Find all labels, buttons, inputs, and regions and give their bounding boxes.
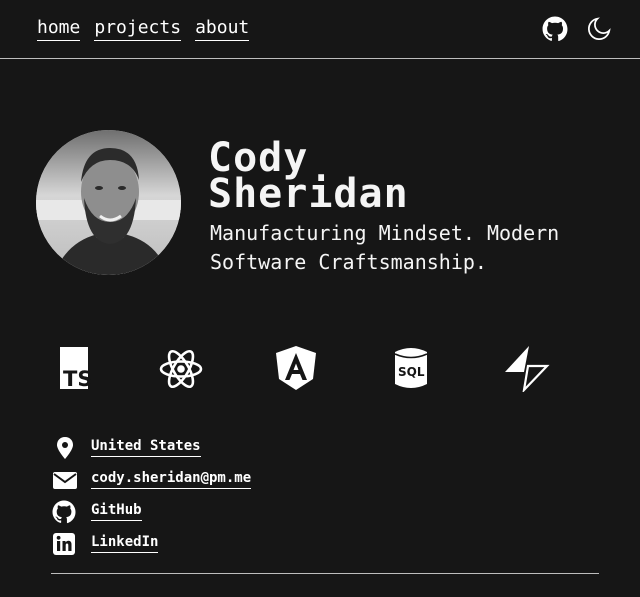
contact-linkedin-link[interactable]: LinkedIn (91, 534, 159, 553)
header-icons (542, 16, 612, 42)
contact-linkedin: LinkedIn (52, 530, 352, 562)
supabase-icon (502, 344, 550, 394)
typescript-icon: TS (58, 344, 106, 392)
contact-github: GitHub (52, 498, 352, 530)
react-icon (157, 344, 205, 392)
svg-text:TS: TS (63, 367, 92, 391)
contact-location: United States (52, 434, 352, 466)
github-icon (52, 500, 78, 524)
profile-photo (36, 130, 181, 275)
nav-about-link[interactable]: about (195, 17, 250, 41)
nav-home-link[interactable]: home (37, 17, 81, 41)
github-icon[interactable] (542, 16, 568, 42)
sql-database-icon: SQL (387, 344, 435, 392)
contact-email-link[interactable]: cody.sheridan@pm.me (91, 470, 252, 489)
moon-icon[interactable] (586, 16, 612, 42)
envelope-icon (52, 468, 78, 492)
location-pin-icon (52, 436, 78, 460)
site-header: home projects about (0, 0, 640, 59)
footer-divider (51, 573, 599, 574)
main-nav: home projects about (37, 17, 250, 41)
contact-github-link[interactable]: GitHub (91, 502, 142, 521)
hero-tagline-line2: Software Craftsmanship. (210, 250, 487, 274)
linkedin-icon (52, 532, 78, 556)
hero-name-last: Sheridan (208, 171, 409, 217)
contact-list: United States cody.sheridan@pm.me GitHub (52, 434, 352, 562)
hero-tagline-line1: Manufacturing Mindset. Modern (210, 221, 560, 245)
tech-stack: TS SQL (0, 344, 640, 394)
svg-text:SQL: SQL (398, 365, 425, 379)
nav-projects-link[interactable]: projects (94, 17, 182, 41)
page: home projects about Cody Sheridan Manufa… (0, 0, 640, 597)
contact-email: cody.sheridan@pm.me (52, 466, 352, 498)
hero-name: Cody Sheridan (208, 138, 409, 217)
angular-icon (272, 344, 320, 392)
hero-tagline: Manufacturing Mindset. Modern Software C… (210, 219, 620, 277)
contact-location-link[interactable]: United States (91, 438, 201, 457)
